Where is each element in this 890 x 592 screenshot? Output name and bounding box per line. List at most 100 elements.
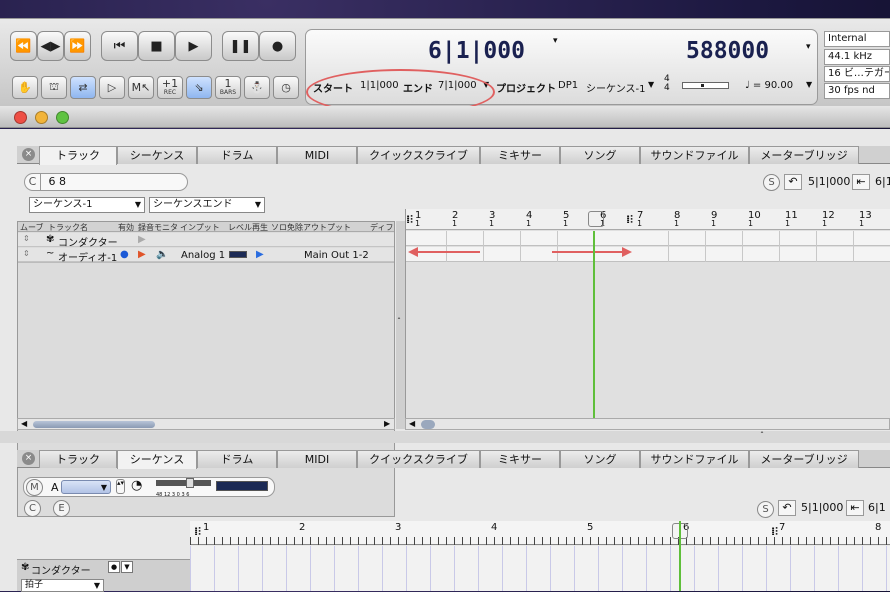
secondary-counter[interactable]: 588000	[686, 38, 769, 64]
play-button[interactable]: ▶	[175, 31, 212, 61]
prev-marker-icon[interactable]: ⇤	[846, 500, 864, 516]
timeline-scroll-thumb[interactable]	[421, 420, 435, 429]
scroll-right-icon[interactable]: ▶	[384, 419, 390, 428]
tempo-slider-thumb[interactable]	[701, 84, 704, 87]
metronome-icon[interactable]: ⛄	[244, 76, 270, 99]
stop-button[interactable]: ■	[138, 31, 175, 61]
play-icon[interactable]: ▶	[256, 249, 264, 260]
location-value-2[interactable]: 6|1	[875, 175, 890, 188]
track-name[interactable]: コンダクター	[58, 234, 118, 249]
tab-quickscribe[interactable]: クイックスクライブ	[357, 450, 480, 468]
solo-button[interactable]: S	[757, 501, 774, 518]
close-window-icon[interactable]	[14, 111, 27, 124]
splitter-handle-icon[interactable]: ˆ	[397, 317, 401, 326]
tool-punch-icon[interactable]: ⛫	[41, 76, 67, 99]
volume-slider[interactable]	[156, 478, 211, 488]
tab-song[interactable]: ソング	[560, 146, 640, 164]
volume-knob-icon[interactable]: ◔	[131, 478, 142, 494]
record-arm-icon[interactable]: ▶	[138, 249, 146, 260]
rec-count-button[interactable]: +1 REC	[157, 76, 183, 99]
horizontal-splitter[interactable]: ˆ	[0, 431, 890, 443]
sequence-end-dropdown[interactable]: シーケンスエンド	[149, 197, 265, 213]
loop-start-marker[interactable]: ⁞⫶	[194, 525, 201, 539]
sequence-dropdown[interactable]: シーケンス-1	[29, 197, 145, 213]
play-enable-icon[interactable]: ▶	[138, 234, 146, 245]
prev-marker-icon[interactable]: ⇤	[852, 174, 870, 190]
timeline-ruler[interactable]: 1 2 3 4 5 6 7 8 9 10 11 12 13 1 1 1 1 1 …	[406, 209, 890, 230]
return-icon[interactable]: ↶	[778, 500, 796, 516]
sample-rate[interactable]: 44.1 kHz	[824, 49, 890, 65]
scroll-thumb[interactable]	[33, 421, 155, 428]
track-stepper[interactable]: ▴▾	[116, 479, 125, 494]
tempo-value[interactable]: ♩ = 90.00	[745, 80, 793, 91]
track-selector[interactable]: ▼	[61, 480, 111, 494]
shuttle-button[interactable]: ◀▶	[37, 31, 64, 61]
tab-sequence[interactable]: シーケンス	[117, 146, 197, 164]
minimize-window-icon[interactable]	[35, 111, 48, 124]
sync-source[interactable]: Internal	[824, 31, 890, 47]
tab-midi[interactable]: MIDI	[277, 146, 357, 164]
close-pane-icon[interactable]: ×	[22, 148, 35, 161]
secondary-counter-menu-arrow[interactable]: ▾	[806, 42, 811, 52]
loop-end-marker[interactable]: ⁞⫶	[626, 213, 633, 227]
table-row[interactable]: ⇕ ✾ コンダクター ▶	[18, 233, 394, 249]
tab-midi[interactable]: MIDI	[277, 450, 357, 468]
tempo-slider[interactable]	[682, 82, 729, 89]
tool-overdub-icon[interactable]: ▷	[99, 76, 125, 99]
tab-meterbridge[interactable]: メーターブリッジ	[749, 450, 859, 468]
splitter-handle-icon[interactable]: ˆ	[760, 431, 764, 440]
table-row[interactable]: ⇕ ~ オーディオ-1 ● ▶ 🔈 Analog 1 ▶ Main Out 1-…	[18, 248, 394, 264]
monitor-speaker-icon[interactable]: 🔈	[156, 249, 168, 260]
location-value[interactable]: 5|1|000	[801, 501, 843, 514]
edit-button[interactable]: E	[53, 500, 70, 517]
location-value-2[interactable]: 6|1	[868, 501, 886, 514]
clear-button[interactable]: C	[24, 500, 41, 517]
sequence-select[interactable]: シーケンス-1	[586, 80, 645, 95]
tab-song[interactable]: ソング	[560, 450, 640, 468]
sequence-menu-arrow[interactable]: ▼	[648, 80, 654, 89]
tool-hand-icon[interactable]: ✋	[12, 76, 38, 99]
loop-start-marker[interactable]: ⁞⫶	[406, 213, 413, 227]
return-to-start-button[interactable]: ⏮	[101, 31, 138, 61]
clock-icon[interactable]: ◷	[273, 76, 299, 99]
tab-meterbridge[interactable]: メーターブリッジ	[749, 146, 859, 164]
close-pane-icon[interactable]: ×	[22, 452, 35, 465]
tab-drums[interactable]: ドラム	[197, 450, 277, 468]
tempo-menu-arrow[interactable]: ▼	[806, 80, 812, 89]
timeline-scrollbar[interactable]: ◀	[405, 418, 890, 430]
track-input[interactable]: Analog 1	[181, 250, 225, 261]
location-value[interactable]: 5|1|000	[808, 175, 850, 188]
conductor-menu-icon[interactable]: ▼	[121, 561, 133, 573]
sequence-grid[interactable]	[190, 521, 890, 591]
zoom-window-icon[interactable]	[56, 111, 69, 124]
scroll-left-icon[interactable]: ◀	[21, 419, 27, 428]
counter-menu-arrow[interactable]: ▾	[553, 36, 558, 46]
conductor-enable-icon[interactable]: ●	[108, 561, 120, 573]
track-output[interactable]: Main Out 1-2	[304, 250, 369, 261]
loop-end-marker[interactable]: ⁞⫶	[771, 525, 778, 539]
track-list-scrollbar[interactable]: ◀ ▶	[17, 418, 395, 430]
tab-mixer[interactable]: ミキサー	[480, 146, 560, 164]
mute-button[interactable]: M	[26, 479, 43, 496]
meter-display[interactable]: 4 4	[664, 75, 670, 93]
tab-drums[interactable]: ドラム	[197, 146, 277, 164]
enable-dot-icon[interactable]: ●	[120, 249, 129, 260]
tab-quickscribe[interactable]: クイックスクライブ	[357, 146, 480, 164]
tab-sequence[interactable]: シーケンス	[117, 450, 197, 469]
tab-soundfiles[interactable]: サウンドファイル	[640, 146, 749, 164]
tab-tracks[interactable]: トラック	[39, 450, 117, 468]
tool-loop-icon[interactable]: ⇄	[70, 76, 96, 99]
tool-memory-icon[interactable]: M↖	[128, 76, 154, 99]
move-handle-icon[interactable]: ⇕	[23, 249, 30, 258]
sequence-ruler[interactable]: 1 2 3 4 5 6 7 8 ⁞⫶ ⁞⫶	[190, 521, 890, 545]
tab-soundfiles[interactable]: サウンドファイル	[640, 450, 749, 468]
solo-button[interactable]: S	[763, 174, 780, 191]
timeline-area[interactable]: 1 2 3 4 5 6 7 8 9 10 11 12 13 1 1 1 1 1 …	[405, 209, 890, 419]
main-counter[interactable]: 6|1|000	[428, 38, 525, 64]
bit-depth[interactable]: 16 ビ…テガー	[824, 66, 890, 82]
record-button[interactable]: ●	[259, 31, 296, 61]
bars-button[interactable]: 1 BARS	[215, 76, 241, 99]
meter-dropdown[interactable]: 拍子	[21, 579, 104, 592]
return-icon[interactable]: ↶	[784, 174, 802, 190]
pane-splitter[interactable]: ˆ	[396, 221, 405, 429]
